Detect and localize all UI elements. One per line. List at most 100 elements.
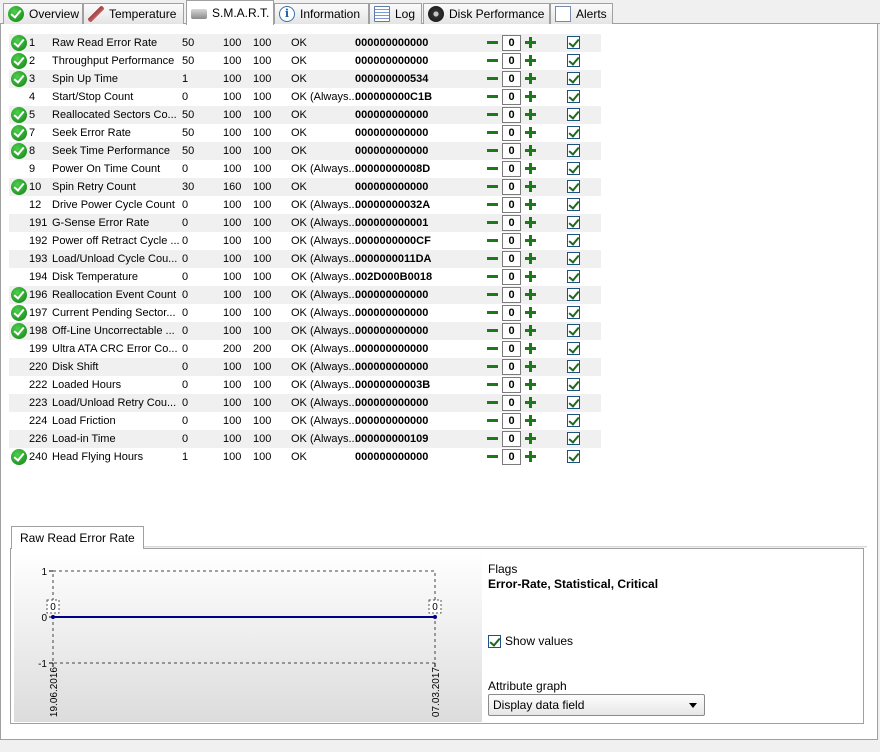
checkbox-check-icon[interactable] bbox=[567, 36, 580, 49]
checkbox-check-icon[interactable] bbox=[567, 252, 580, 265]
checkbox-check-icon[interactable] bbox=[567, 72, 580, 85]
checkbox-check-icon[interactable] bbox=[567, 450, 580, 463]
offset-value[interactable]: 0 bbox=[502, 71, 521, 87]
plus-icon[interactable] bbox=[523, 431, 538, 446]
show-values-checkbox[interactable]: Show values bbox=[488, 634, 573, 648]
offset-field[interactable]: 0 bbox=[502, 358, 521, 376]
table-row[interactable]: 191 G-Sense Error Rate 0 100 100 OK (Always..… bbox=[9, 214, 601, 232]
table-row[interactable]: 192 Power off Retract Cycle ... 0 100 100 OK … bbox=[9, 232, 601, 250]
checkbox-check-icon[interactable] bbox=[567, 198, 580, 211]
tab-temperature[interactable]: Temperature bbox=[83, 3, 184, 24]
decrease-offset-button[interactable] bbox=[485, 448, 500, 470]
plus-icon[interactable] bbox=[523, 377, 538, 392]
offset-value[interactable]: 0 bbox=[502, 35, 521, 51]
minus-icon[interactable] bbox=[485, 179, 500, 194]
offset-value[interactable]: 0 bbox=[502, 359, 521, 375]
table-row[interactable]: 12 Drive Power Cycle Count 0 100 100 OK (Alwa… bbox=[9, 196, 601, 214]
minus-icon[interactable] bbox=[485, 323, 500, 338]
minus-icon[interactable] bbox=[485, 89, 500, 104]
offset-field[interactable]: 0 bbox=[502, 88, 521, 106]
table-row[interactable]: 194 Disk Temperature 0 100 100 OK (Always... 0… bbox=[9, 268, 601, 286]
table-row[interactable]: 2 Throughput Performance 50 100 100 OK 0000000… bbox=[9, 52, 601, 70]
table-row[interactable]: 9 Power On Time Count 0 100 100 OK (Always...… bbox=[9, 160, 601, 178]
offset-value[interactable]: 0 bbox=[502, 449, 521, 465]
offset-value[interactable]: 0 bbox=[502, 251, 521, 267]
minus-icon[interactable] bbox=[485, 107, 500, 122]
offset-value[interactable]: 0 bbox=[502, 197, 521, 213]
checkbox-check-icon[interactable] bbox=[567, 414, 580, 427]
table-row[interactable]: 196 Reallocation Event Count 0 100 100 OK (Al… bbox=[9, 286, 601, 304]
plus-icon[interactable] bbox=[523, 71, 538, 86]
checkbox-check-icon[interactable] bbox=[567, 432, 580, 445]
offset-value[interactable]: 0 bbox=[502, 377, 521, 393]
offset-value[interactable]: 0 bbox=[502, 125, 521, 141]
checkbox-check-icon[interactable] bbox=[567, 180, 580, 193]
offset-field[interactable]: 0 bbox=[502, 124, 521, 142]
table-row[interactable]: 10 Spin Retry Count 30 160 100 OK 000000000000… bbox=[9, 178, 601, 196]
table-row[interactable]: 3 Spin Up Time 1 100 100 OK 000000000534 0 bbox=[9, 70, 601, 88]
offset-value[interactable]: 0 bbox=[502, 107, 521, 123]
offset-field[interactable]: 0 bbox=[502, 286, 521, 304]
minus-icon[interactable] bbox=[485, 449, 500, 464]
plus-icon[interactable] bbox=[523, 53, 538, 68]
plus-icon[interactable] bbox=[523, 269, 538, 284]
plus-icon[interactable] bbox=[523, 161, 538, 176]
offset-value[interactable]: 0 bbox=[502, 287, 521, 303]
checkbox-check-icon[interactable] bbox=[567, 234, 580, 247]
offset-value[interactable]: 0 bbox=[502, 89, 521, 105]
tab-attribute-detail[interactable]: Raw Read Error Rate bbox=[11, 526, 144, 549]
table-row[interactable]: 226 Load-in Time 0 100 100 OK (Always... 00000… bbox=[9, 430, 601, 448]
offset-field[interactable]: 0 bbox=[502, 394, 521, 412]
checkbox-check-icon[interactable] bbox=[567, 216, 580, 229]
plus-icon[interactable] bbox=[523, 125, 538, 140]
attribute-graph-select[interactable]: Display data field bbox=[488, 694, 705, 716]
plus-icon[interactable] bbox=[523, 107, 538, 122]
minus-icon[interactable] bbox=[485, 161, 500, 176]
table-row[interactable]: 224 Load Friction 0 100 100 OK (Always... 0000… bbox=[9, 412, 601, 430]
offset-value[interactable]: 0 bbox=[502, 179, 521, 195]
plus-icon[interactable] bbox=[523, 305, 538, 320]
plus-icon[interactable] bbox=[523, 179, 538, 194]
checkbox-check-icon[interactable] bbox=[567, 288, 580, 301]
offset-field[interactable]: 0 bbox=[502, 322, 521, 340]
minus-icon[interactable] bbox=[485, 431, 500, 446]
offset-field[interactable]: 0 bbox=[502, 304, 521, 322]
minus-icon[interactable] bbox=[485, 413, 500, 428]
checkbox-check-icon[interactable] bbox=[567, 54, 580, 67]
minus-icon[interactable] bbox=[485, 341, 500, 356]
plus-icon[interactable] bbox=[523, 197, 538, 212]
plus-icon[interactable] bbox=[523, 215, 538, 230]
plus-icon[interactable] bbox=[523, 233, 538, 248]
minus-icon[interactable] bbox=[485, 35, 500, 50]
minus-icon[interactable] bbox=[485, 53, 500, 68]
minus-icon[interactable] bbox=[485, 233, 500, 248]
offset-field[interactable]: 0 bbox=[502, 250, 521, 268]
table-row[interactable]: 222 Loaded Hours 0 100 100 OK (Always... 00000… bbox=[9, 376, 601, 394]
plus-icon[interactable] bbox=[523, 341, 538, 356]
minus-icon[interactable] bbox=[485, 215, 500, 230]
plus-icon[interactable] bbox=[523, 449, 538, 464]
offset-field[interactable]: 0 bbox=[502, 448, 521, 466]
table-row[interactable]: 4 Start/Stop Count 0 100 100 OK (Always... 000… bbox=[9, 88, 601, 106]
offset-field[interactable]: 0 bbox=[502, 376, 521, 394]
offset-field[interactable]: 0 bbox=[502, 142, 521, 160]
table-row[interactable]: 193 Load/Unload Cycle Cou... 0 100 100 OK (Al… bbox=[9, 250, 601, 268]
offset-field[interactable]: 0 bbox=[502, 412, 521, 430]
offset-value[interactable]: 0 bbox=[502, 305, 521, 321]
checkbox-check-icon[interactable] bbox=[567, 90, 580, 103]
table-row[interactable]: 220 Disk Shift 0 100 100 OK (Always... 0000000… bbox=[9, 358, 601, 376]
checkbox-check-icon[interactable] bbox=[567, 342, 580, 355]
tab-s-m-a-r-t[interactable]: S.M.A.R.T. bbox=[186, 0, 274, 25]
minus-icon[interactable] bbox=[485, 251, 500, 266]
tab-disk-performance[interactable]: Disk Performance bbox=[423, 3, 550, 24]
offset-value[interactable]: 0 bbox=[502, 161, 521, 177]
minus-icon[interactable] bbox=[485, 269, 500, 284]
offset-value[interactable]: 0 bbox=[502, 233, 521, 249]
offset-value[interactable]: 0 bbox=[502, 323, 521, 339]
offset-field[interactable]: 0 bbox=[502, 52, 521, 70]
offset-value[interactable]: 0 bbox=[502, 431, 521, 447]
table-row[interactable]: 8 Seek Time Performance 50 100 100 OK 00000000… bbox=[9, 142, 601, 160]
table-row[interactable]: 1 Raw Read Error Rate 50 100 100 OK 0000000000… bbox=[9, 34, 601, 52]
tab-alerts[interactable]: Alerts bbox=[550, 3, 613, 24]
minus-icon[interactable] bbox=[485, 305, 500, 320]
